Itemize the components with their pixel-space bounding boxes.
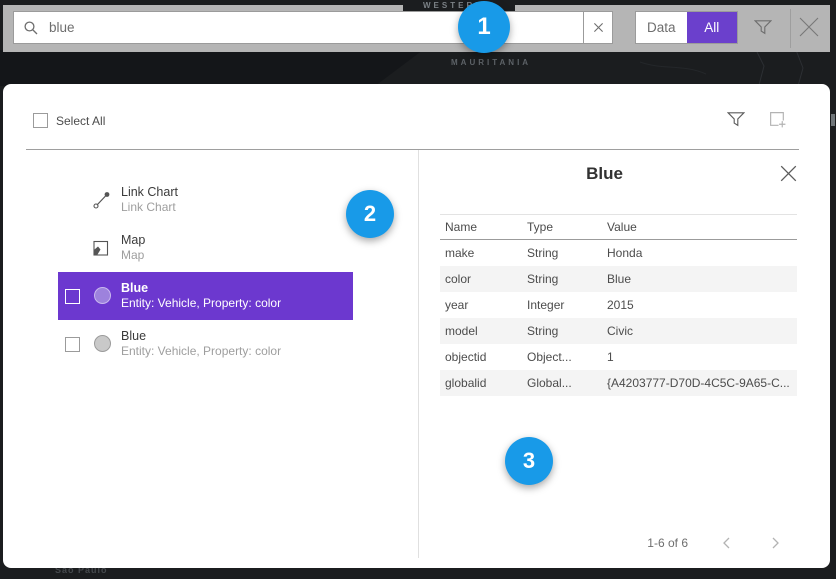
cell-value: Blue [602, 272, 797, 286]
close-search-button[interactable] [797, 15, 821, 39]
result-subtitle: Entity: Vehicle, Property: color [121, 344, 281, 358]
result-title: Link Chart [121, 185, 178, 200]
cell-type: Global... [522, 376, 602, 390]
chevron-right-icon [770, 536, 780, 550]
cell-value: {A4203777-D70D-4C5C-9A65-C... [602, 376, 797, 390]
table-row: year Integer 2015 [440, 292, 797, 318]
result-item[interactable]: Map Map [58, 224, 353, 272]
funnel-icon [727, 110, 745, 128]
table-row: color String Blue [440, 266, 797, 292]
clear-x-icon [593, 22, 604, 33]
result-icon-slot [94, 287, 112, 305]
table-body: make String Honda color String Blue year… [440, 240, 797, 396]
cell-name: model [440, 324, 522, 338]
scrollbar-thumb[interactable] [831, 114, 835, 126]
cell-type: String [522, 246, 602, 260]
funnel-icon [754, 18, 772, 36]
column-header-name: Name [440, 220, 522, 234]
close-x-icon [780, 165, 797, 182]
result-subtitle: Entity: Vehicle, Property: color [121, 296, 281, 310]
filter-button[interactable] [754, 18, 772, 36]
square-plus-icon [768, 110, 787, 129]
entity-circle-icon [94, 287, 111, 304]
table-header-row: Name Type Value [440, 214, 797, 240]
result-icon-slot [94, 335, 112, 353]
cell-name: year [440, 298, 522, 312]
result-text: Blue Entity: Vehicle, Property: color [121, 281, 281, 310]
details-title: Blue [419, 164, 790, 184]
pagination-next-button[interactable] [766, 534, 784, 552]
cell-type: String [522, 272, 602, 286]
result-item[interactable]: Blue Entity: Vehicle, Property: color [58, 320, 353, 368]
close-x-icon [797, 15, 821, 39]
result-icon-slot [94, 239, 112, 257]
result-item[interactable]: Link Chart Link Chart [58, 176, 353, 224]
details-close-button[interactable] [780, 165, 797, 182]
table-row: globalid Global... {A4203777-D70D-4C5C-9… [440, 370, 797, 396]
result-item[interactable]: Blue Entity: Vehicle, Property: color [58, 272, 353, 320]
toolbar-divider [790, 9, 791, 48]
result-checkbox[interactable] [65, 337, 80, 352]
pagination-label: 1-6 of 6 [647, 536, 688, 550]
table-row: objectid Object... 1 [440, 344, 797, 370]
table-row: model String Civic [440, 318, 797, 344]
table-row: make String Honda [440, 240, 797, 266]
cell-name: objectid [440, 350, 522, 364]
select-all-label: Select All [56, 114, 105, 128]
result-checkbox[interactable] [65, 289, 80, 304]
callout-3: 3 [505, 437, 553, 485]
app-window: MAURITANIA São Paulo Data All [0, 0, 836, 579]
details-pane: Blue Name Type Value make String Honda c… [419, 150, 830, 568]
pagination: 1-6 of 6 [647, 534, 784, 552]
toggle-option-all[interactable]: All [687, 12, 738, 43]
properties-table: Name Type Value make String Honda color … [440, 214, 797, 396]
cell-type: Integer [522, 298, 602, 312]
callout-1: 1 [458, 1, 510, 53]
cell-type: Object... [522, 350, 602, 364]
add-to-selection-button[interactable] [768, 110, 787, 129]
cell-value: 1 [602, 350, 797, 364]
toggle-option-data[interactable]: Data [636, 12, 687, 43]
search-box[interactable] [13, 11, 613, 44]
cell-type: String [522, 324, 602, 338]
result-text: Link Chart Link Chart [121, 185, 178, 214]
result-text: Map Map [121, 233, 145, 262]
result-title: Map [121, 233, 145, 248]
link-chart-icon [92, 190, 112, 210]
cell-name: color [440, 272, 522, 286]
result-title: Blue [121, 281, 281, 296]
column-header-type: Type [522, 220, 602, 234]
map-label-mauritania: MAURITANIA [451, 58, 531, 67]
results-filter-button[interactable] [727, 110, 745, 128]
pagination-prev-button[interactable] [718, 534, 736, 552]
result-subtitle: Link Chart [121, 200, 178, 214]
cell-value: Honda [602, 246, 797, 260]
search-toolbar: Data All [3, 5, 830, 52]
scope-toggle: Data All [635, 11, 738, 44]
column-header-value: Value [602, 220, 797, 234]
search-results-panel: Select All [3, 84, 830, 568]
cell-name: globalid [440, 376, 522, 390]
search-icon [23, 20, 39, 36]
result-icon-slot [94, 191, 112, 209]
callout-2: 2 [346, 190, 394, 238]
chevron-left-icon [722, 536, 732, 550]
cell-name: make [440, 246, 522, 260]
result-text: Blue Entity: Vehicle, Property: color [121, 329, 281, 358]
map-icon [92, 239, 110, 257]
cell-value: 2015 [602, 298, 797, 312]
clear-search-button[interactable] [583, 12, 612, 43]
result-subtitle: Map [121, 248, 145, 262]
select-all-checkbox[interactable] [33, 113, 48, 128]
entity-circle-icon [94, 335, 111, 352]
cell-value: Civic [602, 324, 797, 338]
result-title: Blue [121, 329, 281, 344]
